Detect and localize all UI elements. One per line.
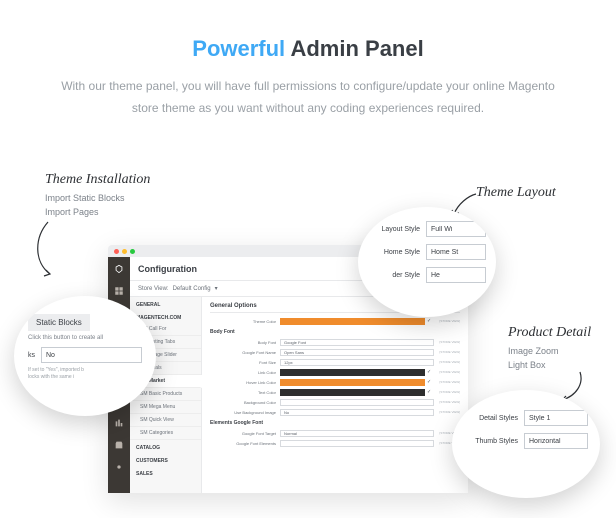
select-field[interactable]: Open Sans [280, 349, 434, 356]
config-heading: Configuration [138, 264, 197, 274]
callout-sub: Image Zoom [508, 345, 591, 359]
field-label: Layout Style [368, 226, 426, 233]
popout-product-detail: Detail Styles Thumb Styles [452, 390, 600, 498]
scope-tag: [STORE VIEW] [434, 390, 460, 394]
rail-system-icon[interactable] [113, 461, 125, 473]
callout-title: Product Detail [508, 325, 591, 340]
field-label: Detail Styles [464, 415, 524, 422]
scope-tag: [STORE VIEW] [434, 360, 460, 364]
field-label: der Style [368, 272, 426, 279]
popout-theme-layout: Layout Style Home Style der Style [358, 207, 496, 317]
layout-style-input[interactable] [426, 221, 486, 237]
scope-tag: [STORE VIEW] [434, 350, 460, 354]
nav-item[interactable]: SM Categories [130, 427, 201, 440]
callout-title: Theme Installation [45, 172, 150, 187]
scope-tag: [STORE VIEW] [434, 319, 460, 323]
nav-group: CATALOG [130, 440, 201, 453]
color-picker[interactable]: ✓ [427, 369, 434, 376]
nav-item[interactable]: SM Quick View [130, 414, 201, 427]
store-view-scope[interactable]: Store View: Default Config ▾ [138, 285, 218, 292]
callout-product-detail: Product Detail Image Zoom Light Box [508, 325, 591, 372]
page-subtitle: With our theme panel, you will have full… [0, 62, 616, 119]
static-blocks-tab[interactable]: Static Blocks [28, 314, 90, 331]
field-label: Hover Link Color [210, 380, 280, 385]
field-label: Font Size [210, 360, 280, 365]
color-picker[interactable]: ✓ [427, 318, 434, 325]
field-label: Text Color [210, 390, 280, 395]
select-field[interactable] [280, 399, 434, 406]
scope-label: Store View: [138, 286, 169, 292]
select-field[interactable]: 12px [280, 359, 434, 366]
field-label: Google Font Elements [210, 441, 280, 446]
subsection-title: Body Font [210, 329, 460, 335]
field-label: Home Style [368, 249, 426, 256]
min-dot[interactable] [122, 249, 127, 254]
arrow-install [28, 220, 68, 280]
field-label: Google Font Target [210, 431, 280, 436]
scope-tag: [STORE VIEW] [434, 340, 460, 344]
max-dot[interactable] [130, 249, 135, 254]
rail-reports-icon[interactable] [113, 417, 125, 429]
popout-theme-installation: Static Blocks Click this button to creat… [14, 296, 156, 416]
callout-theme-installation: Theme Installation Import Static Blocks … [45, 172, 150, 219]
static-blocks-desc: Click this button to create all [28, 335, 142, 341]
callout-theme-layout: Theme Layout [476, 185, 556, 201]
nav-group: SALES [130, 466, 201, 479]
field-label: Background Color [210, 400, 280, 405]
rail-dashboard-icon[interactable] [113, 285, 125, 297]
rail-magento-icon[interactable] [113, 263, 125, 275]
field-label: Theme Color [210, 319, 280, 324]
select-field[interactable]: Normal [280, 430, 434, 437]
static-blocks-note: If set to "Yes", imported b locks with t… [28, 367, 142, 381]
callout-sub: Import Pages [45, 206, 150, 220]
select-field[interactable]: Google Font [280, 339, 434, 346]
field-label: Google Font Name [210, 350, 280, 355]
close-dot[interactable] [114, 249, 119, 254]
overwrite-blocks-input[interactable] [41, 347, 142, 363]
field-label: Link Color [210, 370, 280, 375]
nav-item[interactable]: SM Mega Menu [130, 401, 201, 414]
rail-stores-icon[interactable] [113, 439, 125, 451]
nav-group: CUSTOMERS [130, 453, 201, 466]
color-picker[interactable]: ✓ [427, 389, 434, 396]
scope-tag: [STORE VIEW] [434, 380, 460, 384]
callout-sub: Import Static Blocks [45, 192, 150, 206]
field-label: Thumb Styles [464, 438, 524, 445]
detail-styles-input[interactable] [524, 410, 588, 426]
field-label: ks [28, 352, 41, 359]
color-picker[interactable]: ✓ [427, 379, 434, 386]
scope-value: Default Config [173, 286, 211, 292]
nav-group: GENERAL [130, 297, 201, 310]
scope-tag: [STORE VIEW] [434, 400, 460, 404]
home-style-input[interactable] [426, 244, 486, 260]
title-accent: Powerful [192, 36, 285, 61]
field-label: Body Font [210, 340, 280, 345]
header-style-input[interactable] [426, 267, 486, 283]
scope-tag: [STORE VIEW] [434, 370, 460, 374]
subsection-title: Elements Google Font [210, 420, 460, 426]
page-title: Powerful Admin Panel [0, 0, 616, 62]
select-field[interactable]: No [280, 409, 434, 416]
config-content: General Options Theme Color ✓ [STORE VIE… [202, 297, 468, 493]
title-rest: Admin Panel [290, 36, 423, 61]
field-label: Use Background Image [210, 410, 280, 415]
callout-title: Theme Layout [476, 185, 556, 200]
thumb-styles-input[interactable] [524, 433, 588, 449]
scope-tag: [STORE VIEW] [434, 410, 460, 414]
select-field[interactable] [280, 440, 434, 447]
